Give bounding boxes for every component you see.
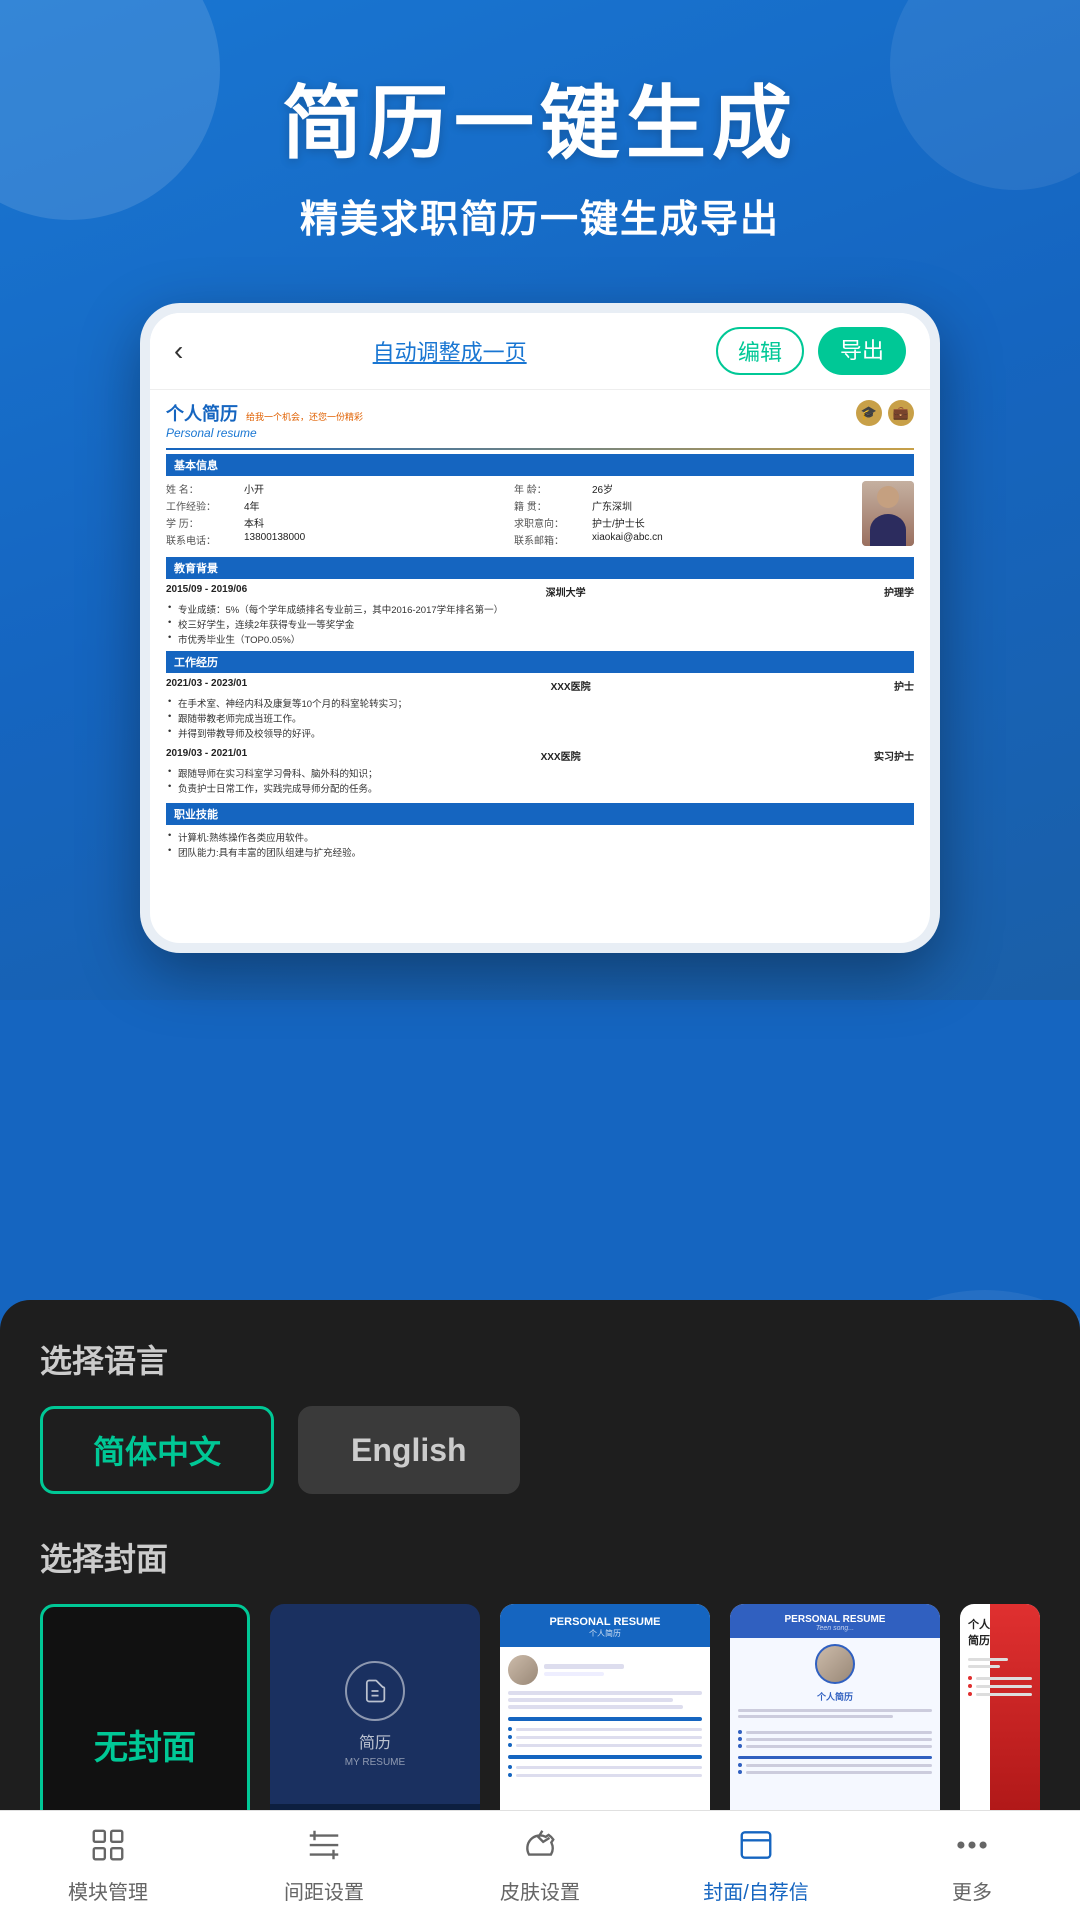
- nav-item-cover[interactable]: 封面/自荐信: [648, 1826, 864, 1905]
- work1-bullet-2: 跟随带教老师完成当班工作。: [166, 711, 914, 725]
- cover-dark-title: 简历: [359, 1729, 391, 1753]
- bottom-nav: 模块管理 间距设置 皮肤设置 封面: [0, 1810, 1080, 1920]
- nav-label-spacing: 间距设置: [284, 1876, 364, 1905]
- resume-photo: [862, 481, 914, 546]
- cover-light1-title: PERSONAL RESUME: [510, 1616, 700, 1628]
- phone-mockup: ‹ 自动调整成一页 编辑 导出 个人简历 给我一个机会，还您一份精彩 Perso…: [140, 303, 940, 953]
- nav-label-skin: 皮肤设置: [500, 1876, 580, 1905]
- page-subtitle: 精美求职简历一键生成导出: [60, 188, 1020, 243]
- more-icon: [953, 1826, 991, 1870]
- nav-label-cover: 封面/自荐信: [703, 1876, 809, 1905]
- resume-title-en: Personal resume: [166, 426, 856, 440]
- header: 简历一键生成 精美求职简历一键生成导出: [0, 0, 1080, 273]
- cover-dark-icon: [345, 1661, 405, 1721]
- phone-inner: ‹ 自动调整成一页 编辑 导出 个人简历 给我一个机会，还您一份精彩 Perso…: [150, 313, 930, 943]
- nav-label-more: 更多: [952, 1876, 992, 1905]
- work2-bullet-2: 负责护士日常工作，实践完成导师分配的任务。: [166, 781, 914, 795]
- nav-item-skin[interactable]: 皮肤设置: [432, 1826, 648, 1905]
- edu-bullet-1: 专业成绩：5%（每个学年成绩排名专业前三，其中2016-2017学年排名第一）: [166, 602, 914, 616]
- phone-topbar: ‹ 自动调整成一页 编辑 导出: [150, 313, 930, 390]
- cover-light2-name: 个人简历: [730, 1690, 940, 1703]
- cover-light2-subtitle: Teen song...: [738, 1625, 932, 1632]
- cover-icon: [737, 1826, 775, 1870]
- module-icon: [89, 1826, 127, 1870]
- cover-dark-subtitle: MY RESUME: [345, 1757, 405, 1768]
- cover-light2-title: PERSONAL RESUME: [738, 1614, 932, 1625]
- back-button[interactable]: ‹: [174, 335, 183, 367]
- lang-buttons: 简体中文 English: [40, 1406, 1040, 1494]
- skin-icon: [521, 1826, 559, 1870]
- basic-info-title: 基本信息: [166, 454, 914, 476]
- resume-icon-2: 💼: [888, 400, 914, 426]
- nav-label-module: 模块管理: [68, 1876, 148, 1905]
- lang-btn-chinese[interactable]: 简体中文: [40, 1406, 274, 1494]
- lang-btn-english[interactable]: English: [298, 1406, 520, 1494]
- resume-divider: [166, 448, 914, 450]
- auto-adjust-link[interactable]: 自动调整成一页: [373, 335, 527, 367]
- work1-bullet-3: 并得到带教导师及校领导的好评。: [166, 726, 914, 740]
- nav-item-more[interactable]: 更多: [864, 1826, 1080, 1905]
- page-title: 简历一键生成: [60, 80, 1020, 168]
- action-buttons: 编辑 导出: [716, 327, 906, 375]
- cover-light1-subtitle: 个人简历: [510, 1628, 700, 1639]
- cover-red-title: 个人简历: [968, 1616, 1032, 1648]
- skills-bullet-1: 计算机:熟练操作各类应用软件。: [166, 830, 914, 844]
- export-button[interactable]: 导出: [818, 327, 906, 375]
- edit-button[interactable]: 编辑: [716, 327, 804, 375]
- cover-light2-avatar: [815, 1644, 855, 1684]
- edu-bullet-3: 市优秀毕业生（TOP0.05%）: [166, 632, 914, 646]
- work2-bullet-1: 跟随导师在实习科室学习骨科、脑外科的知识；: [166, 766, 914, 780]
- cover-none-label: 无封面: [94, 1720, 196, 1769]
- nav-item-module[interactable]: 模块管理: [0, 1826, 216, 1905]
- resume-icons: 🎓 💼: [856, 400, 914, 426]
- edu-bullet-2: 校三好学生，连续2年获得专业一等奖学金: [166, 617, 914, 631]
- skills-title: 职业技能: [166, 803, 914, 825]
- resume-icon-1: 🎓: [856, 400, 882, 426]
- resume-tagline: 给我一个机会，还您一份精彩: [246, 410, 363, 423]
- work1-bullet-1: 在手术室、神经内科及康复等10个月的科室轮转实习；: [166, 696, 914, 710]
- cover-light1-avatar: [508, 1655, 538, 1685]
- edu-title: 教育背景: [166, 557, 914, 579]
- nav-item-spacing[interactable]: 间距设置: [216, 1826, 432, 1905]
- phone-frame: ‹ 自动调整成一页 编辑 导出 个人简历 给我一个机会，还您一份精彩 Perso…: [140, 303, 940, 953]
- resume-preview: 个人简历 给我一个机会，还您一份精彩 Personal resume 🎓 💼 基…: [150, 390, 930, 943]
- lang-section-title: 选择语言: [40, 1336, 1040, 1382]
- resume-main-title: 个人简历: [166, 400, 238, 426]
- skills-bullet-2: 团队能力:具有丰富的团队组建与扩充经验。: [166, 845, 914, 859]
- cover-section-title: 选择封面: [40, 1534, 1040, 1580]
- work-title: 工作经历: [166, 651, 914, 673]
- spacing-icon: [305, 1826, 343, 1870]
